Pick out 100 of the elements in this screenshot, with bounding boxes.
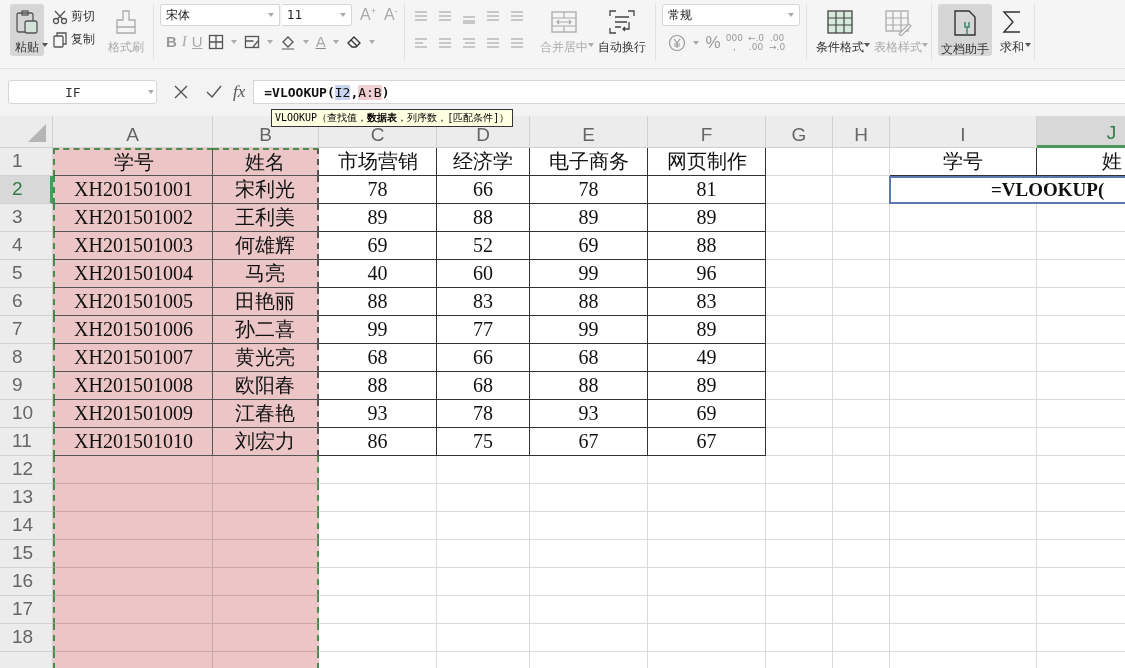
table-cell: 学号 xyxy=(53,147,213,176)
table-cell: 电子商务 xyxy=(530,147,648,176)
table-cell: 75 xyxy=(437,427,530,456)
wrap-text-icon xyxy=(606,8,637,36)
formula-input[interactable]: =VLOOKUP(I2,A:B) xyxy=(253,80,1125,105)
toolbar-button[interactable]: 剪切 xyxy=(52,8,95,25)
function-button[interactable]: fx xyxy=(233,82,246,103)
row-header[interactable]: 8 xyxy=(0,343,53,372)
column-header[interactable]: F xyxy=(648,115,766,148)
table-cell: 68 xyxy=(530,343,648,372)
caret-icon xyxy=(368,39,375,44)
caret-icon xyxy=(863,43,870,47)
table-cell: 王利美 xyxy=(213,203,319,232)
table-cell: XH201501001 xyxy=(53,175,213,204)
number-format-button[interactable]: ←.0 .00 xyxy=(747,34,765,52)
table-cell: 马亮 xyxy=(213,259,319,288)
table-cell: 68 xyxy=(437,371,530,400)
align-icon[interactable] xyxy=(484,10,501,24)
toolbar-button[interactable]: 复制 xyxy=(52,31,95,48)
name-box[interactable]: IF xyxy=(8,80,157,105)
caret-icon xyxy=(1024,43,1031,47)
row-header[interactable]: 13 xyxy=(0,483,53,512)
table-cell xyxy=(766,511,833,540)
number-format-button[interactable]: .00 →.0 xyxy=(769,34,786,52)
close-icon[interactable] xyxy=(173,84,189,101)
row-header[interactable]: 2 xyxy=(0,175,53,204)
table-cell: 78 xyxy=(530,175,648,204)
font-size-dropdown[interactable]: 11 xyxy=(282,4,352,26)
percent-button[interactable]: % xyxy=(705,33,721,53)
number-format-button[interactable]: 000 , xyxy=(725,34,743,52)
table-cell: 88 xyxy=(648,231,766,260)
align-icon[interactable] xyxy=(412,10,429,24)
row-header[interactable]: 5 xyxy=(0,259,53,288)
row-header[interactable]: 14 xyxy=(0,511,53,540)
table-cell: 学号 xyxy=(890,147,1037,176)
borders-icon[interactable] xyxy=(207,33,224,50)
table-cell: 欧阳春 xyxy=(213,371,319,400)
column-header[interactable]: A xyxy=(53,115,213,148)
table-cell: 83 xyxy=(437,287,530,316)
row-header[interactable]: 15 xyxy=(0,539,53,568)
caret-icon xyxy=(692,41,699,45)
table-cell: 经济学 xyxy=(437,147,530,176)
column-header[interactable]: I xyxy=(890,115,1037,148)
scissors-icon xyxy=(52,8,68,25)
table-cell: 52 xyxy=(437,231,530,260)
align-icon[interactable] xyxy=(412,36,429,50)
row-header[interactable]: 3 xyxy=(0,203,53,232)
table-cell xyxy=(766,203,833,232)
column-header[interactable]: H xyxy=(833,115,890,148)
align-icon[interactable] xyxy=(508,36,525,50)
toolbar-button[interactable]: 自动换行 xyxy=(594,4,649,56)
row-header[interactable]: 6 xyxy=(0,287,53,316)
table-cell: XH201501008 xyxy=(53,371,213,400)
align-icon[interactable] xyxy=(436,10,453,24)
table-cell xyxy=(833,511,890,540)
table-cell: 89 xyxy=(648,203,766,232)
table-cell: 49 xyxy=(648,343,766,372)
table-pencil-icon xyxy=(882,8,913,36)
bold-button[interactable]: B xyxy=(166,33,177,50)
row-header[interactable]: 12 xyxy=(0,455,53,484)
row-header[interactable]: 11 xyxy=(0,427,53,456)
toolbar-button[interactable]: 求和 xyxy=(995,4,1028,56)
align-icon[interactable] xyxy=(484,36,501,50)
caret-icon xyxy=(42,43,48,47)
currency-icon[interactable] xyxy=(667,34,686,52)
cell-editor[interactable]: =VLOOKUP( xyxy=(889,175,1125,204)
table-cell: 83 xyxy=(648,287,766,316)
align-icon[interactable] xyxy=(460,36,477,50)
row-header[interactable]: 10 xyxy=(0,399,53,428)
table-cell xyxy=(833,203,890,232)
row-header[interactable]: 4 xyxy=(0,231,53,260)
table-cell xyxy=(833,147,890,176)
column-header[interactable]: J xyxy=(1037,115,1125,148)
clipboard-icon xyxy=(13,8,41,36)
row-header[interactable]: 1 xyxy=(0,147,53,176)
row-header[interactable]: 9 xyxy=(0,371,53,400)
align-icon[interactable] xyxy=(436,36,453,50)
table-cell: XH201501009 xyxy=(53,399,213,428)
table-cell: 刘宏力 xyxy=(213,427,319,456)
align-icon[interactable] xyxy=(508,10,525,24)
toolbar-button[interactable]: 文档助手 xyxy=(937,4,992,56)
toolbar-button[interactable]: 条件格式 xyxy=(812,4,867,56)
table-cell xyxy=(766,567,833,596)
row-header[interactable]: 7 xyxy=(0,315,53,344)
table-cell: XH201501004 xyxy=(53,259,213,288)
table-cell: 67 xyxy=(648,427,766,456)
row-header[interactable]: 17 xyxy=(0,595,53,624)
cell-style-icon[interactable] xyxy=(243,33,260,50)
row-header[interactable]: 18 xyxy=(0,623,53,652)
table-cell xyxy=(766,147,833,176)
column-header[interactable]: E xyxy=(530,115,648,148)
table-cell xyxy=(766,287,833,316)
row-header[interactable]: 16 xyxy=(0,567,53,596)
font-dropdown[interactable]: 宋体 xyxy=(160,4,280,26)
column-header[interactable]: G xyxy=(766,115,833,148)
table-cell xyxy=(833,427,890,456)
table-cell: 88 xyxy=(530,287,648,316)
caret-icon xyxy=(587,43,594,47)
number-format-dropdown[interactable]: 常规 xyxy=(661,4,800,26)
caret-icon xyxy=(148,90,154,95)
